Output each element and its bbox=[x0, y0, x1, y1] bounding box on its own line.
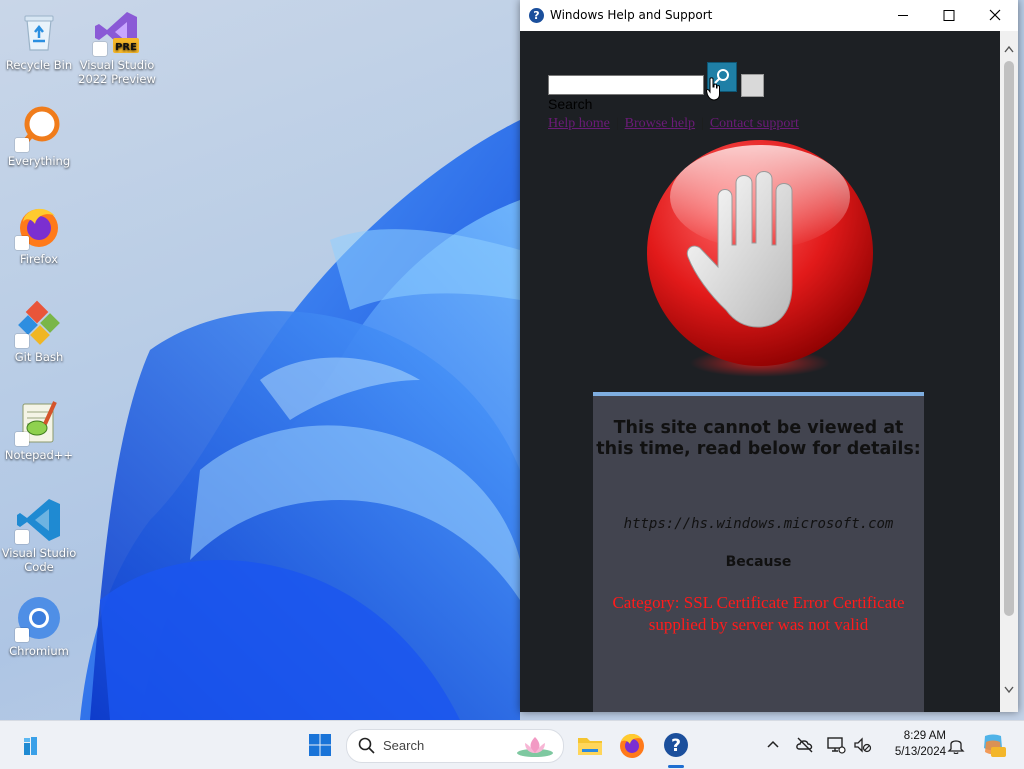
close-button[interactable] bbox=[972, 0, 1018, 31]
error-panel-url: https://hs.windows.microsoft.com bbox=[623, 516, 894, 532]
stop-hand-icon bbox=[647, 140, 873, 377]
shortcut-arrow-icon bbox=[15, 236, 29, 250]
hand-cursor-icon bbox=[706, 77, 720, 101]
desktop-icon-recycle-bin[interactable]: Recycle Bin bbox=[0, 8, 78, 72]
help-window: ? Windows Help and Support Search Help h… bbox=[520, 0, 1018, 712]
link-browse-help[interactable]: Browse help bbox=[625, 116, 695, 131]
desktop-icon-everything[interactable]: Everything bbox=[0, 104, 78, 168]
search-input[interactable] bbox=[548, 75, 704, 95]
taskbar: Search ? 8:29 AM 5/13/2024 bbox=[0, 720, 1024, 769]
widgets-icon[interactable] bbox=[16, 729, 48, 761]
system-clock[interactable]: 8:29 AM 5/13/2024 bbox=[880, 728, 946, 760]
desktop-icon-visual-studio-preview[interactable]: PRE Visual Studio 2022 Preview bbox=[78, 8, 156, 86]
desktop-icon-label: Visual Studio Code bbox=[1, 546, 77, 574]
error-panel-because: Because bbox=[725, 554, 792, 570]
taskbar-search-label: Search bbox=[383, 738, 425, 753]
copilot-preview-icon[interactable] bbox=[980, 732, 1006, 758]
link-contact-support[interactable]: Contact support bbox=[710, 116, 799, 131]
chevron-up-icon[interactable] bbox=[765, 737, 781, 753]
link-separator: | bbox=[701, 116, 704, 131]
svg-text:?: ? bbox=[671, 736, 681, 756]
desktop-icon-label: Visual Studio 2022 Preview bbox=[78, 58, 156, 86]
desktop-icon-firefox[interactable]: Firefox bbox=[0, 202, 78, 266]
taskbar-search-box[interactable]: Search bbox=[346, 729, 564, 763]
search-options-button[interactable] bbox=[741, 74, 764, 97]
recycle-bin-icon bbox=[15, 8, 63, 56]
desktop-icon-label: Notepad++ bbox=[4, 448, 74, 462]
lotus-highlight-icon bbox=[517, 737, 553, 757]
help-taskbar-icon[interactable]: ? bbox=[660, 729, 692, 761]
desktop-icon-label: Git Bash bbox=[14, 350, 64, 364]
link-help-home[interactable]: Help home bbox=[548, 116, 610, 131]
everything-search-icon bbox=[15, 104, 63, 152]
svg-text:PRE: PRE bbox=[115, 42, 137, 53]
window-title: Windows Help and Support bbox=[550, 8, 713, 22]
error-panel-title: This site cannot be viewed at this time,… bbox=[596, 418, 921, 459]
clock-date: 5/13/2024 bbox=[894, 746, 946, 758]
close-icon bbox=[989, 9, 1001, 21]
scroll-down-icon[interactable] bbox=[1000, 682, 1018, 698]
visual-studio-icon: PRE bbox=[93, 8, 141, 56]
link-separator: | bbox=[615, 116, 619, 131]
search-label: Search bbox=[548, 96, 593, 112]
vscode-icon bbox=[15, 496, 63, 544]
minimize-icon bbox=[898, 15, 908, 16]
volume-muted-icon[interactable] bbox=[852, 735, 872, 755]
desktop-icon-label: Chromium bbox=[9, 644, 69, 658]
notepad-plus-plus-icon bbox=[15, 398, 63, 446]
desktop-icon-git-bash[interactable]: Git Bash bbox=[0, 300, 78, 364]
help-nav-links: Help home | Browse help | Contact support bbox=[548, 116, 799, 132]
vertical-scrollbar[interactable] bbox=[1000, 31, 1018, 712]
desktop-icon-label: Everything bbox=[7, 154, 71, 168]
git-bash-icon bbox=[15, 300, 63, 348]
start-windows-icon[interactable] bbox=[304, 729, 336, 761]
notification-bell-icon[interactable] bbox=[947, 736, 965, 754]
error-panel: This site cannot be viewed at this time,… bbox=[593, 392, 924, 712]
scrollbar-thumb[interactable] bbox=[1004, 61, 1014, 616]
desktop-icon-label: Recycle Bin bbox=[5, 58, 73, 72]
search-icon bbox=[358, 737, 375, 754]
onedrive-offline-icon[interactable] bbox=[795, 735, 815, 755]
firefox-taskbar-icon[interactable] bbox=[616, 729, 648, 761]
network-icon[interactable] bbox=[826, 735, 846, 755]
shortcut-arrow-icon bbox=[15, 530, 29, 544]
scroll-up-icon[interactable] bbox=[1000, 41, 1018, 57]
desktop-icon-label: Firefox bbox=[19, 252, 59, 266]
help-question-icon: ? bbox=[529, 8, 544, 23]
shortcut-arrow-icon bbox=[15, 432, 29, 446]
error-panel-message: Category: SSL Certificate Error Certific… bbox=[612, 593, 905, 634]
desktop-icon-chromium[interactable]: Chromium bbox=[0, 594, 78, 658]
file-explorer-icon[interactable] bbox=[574, 729, 606, 761]
desktop-icon-notepad-plus-plus[interactable]: Notepad++ bbox=[0, 398, 78, 462]
shortcut-arrow-icon bbox=[93, 42, 107, 56]
title-bar[interactable]: ? Windows Help and Support bbox=[520, 0, 1018, 31]
clock-time: 8:29 AM bbox=[903, 730, 946, 742]
help-content: Search Help home | Browse help | Contact sup… bbox=[520, 31, 1000, 712]
shortcut-arrow-icon bbox=[15, 334, 29, 348]
shortcut-arrow-icon bbox=[15, 138, 29, 152]
maximize-button[interactable] bbox=[926, 0, 972, 31]
shortcut-arrow-icon bbox=[15, 628, 29, 642]
desktop-icon-vscode[interactable]: Visual Studio Code bbox=[0, 496, 78, 574]
maximize-icon bbox=[943, 10, 955, 21]
chromium-icon bbox=[15, 594, 63, 642]
firefox-icon bbox=[15, 202, 63, 250]
minimize-button[interactable] bbox=[880, 0, 926, 31]
